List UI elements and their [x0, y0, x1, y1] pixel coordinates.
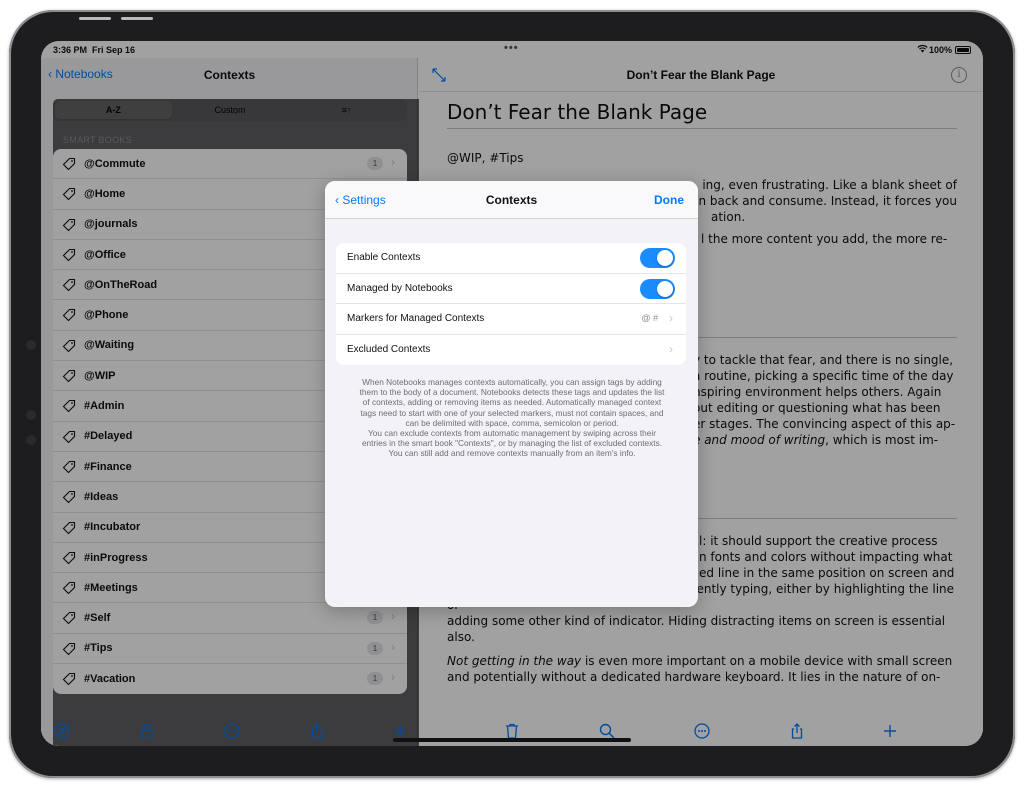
camera-dot [26, 340, 36, 350]
done-button[interactable]: Done [654, 193, 684, 207]
toggle-switch[interactable] [640, 248, 675, 268]
footer-line: When Notebooks manages contexts automati… [362, 377, 662, 387]
toggle-switch[interactable] [640, 278, 675, 299]
toggle-knob [657, 250, 673, 266]
screen: 3:36 PM Fri Sep 16 ••• 100% ‹ Notebooks … [41, 41, 983, 746]
chevron-right-icon: › [669, 341, 673, 356]
sensor-dot [26, 410, 36, 420]
modal-nav-bar: ‹ Settings Contexts Done [325, 181, 698, 219]
chevron-right-icon: › [669, 311, 673, 325]
modal-title: Contexts [485, 193, 538, 207]
footer-line: entries in the smart book "Contexts", or… [361, 438, 663, 449]
settings-row-label: Managed by Notebooks [347, 282, 453, 294]
footer-line: them to the body of a document. Notebook… [359, 387, 665, 398]
settings-row-label: Excluded Contexts [347, 343, 431, 355]
settings-group: Enable Contexts Managed by Notebooks Marke… [336, 243, 686, 365]
volume-button [79, 17, 111, 20]
footer-line: You can still add and remove contexts ma… [388, 448, 636, 459]
footer-line: of contexts, adding or removing items as… [362, 397, 662, 408]
modal-footer-text: When Notebooks manages contexts automati… [337, 377, 687, 459]
settings-row-label: Enable Contexts [347, 252, 421, 263]
home-indicator[interactable] [393, 738, 631, 742]
settings-row: Enable Contexts [336, 243, 686, 274]
sensor-dot [26, 435, 36, 445]
footer-line: tags need to start with one of your sele… [360, 407, 664, 418]
settings-row[interactable]: Markers for Managed Contexts @ # › [336, 304, 686, 335]
volume-button [121, 17, 153, 20]
footer-line: You can exclude contexts from automatic … [368, 428, 656, 439]
footer-line: can be delimited with space, comma, semi… [405, 417, 619, 428]
toggle-knob [657, 280, 673, 297]
settings-row[interactable]: Excluded Contexts › [336, 335, 686, 366]
settings-row-label: Markers for Managed Contexts [347, 313, 485, 324]
settings-row-detail: @ # [641, 313, 658, 323]
contexts-settings-modal: ‹ Settings Contexts Done Enable Contexts… [325, 181, 698, 607]
settings-row: Managed by Notebooks [336, 274, 686, 304]
